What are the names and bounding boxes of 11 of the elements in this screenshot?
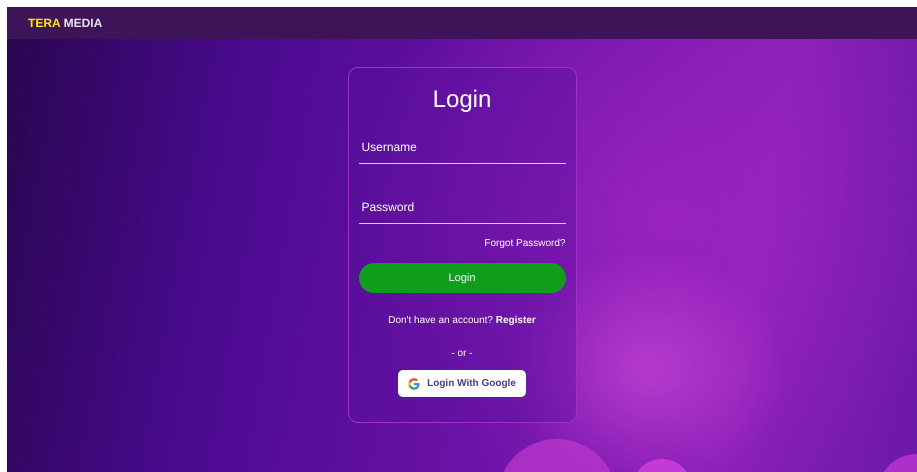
google-icon xyxy=(408,378,420,390)
register-prompt: Don't have an account? Register xyxy=(388,314,536,328)
brand-logo[interactable]: TERA MEDIA xyxy=(28,14,102,32)
forgot-password-link[interactable]: Forgot Password? xyxy=(484,236,566,251)
text-field[interactable]: Username xyxy=(358,130,566,164)
google-login-button[interactable]: Login With Google xyxy=(398,370,526,397)
login-button[interactable]: Login xyxy=(358,263,566,293)
separator-text: - or - xyxy=(451,347,473,361)
text-field[interactable]: Password xyxy=(358,190,566,224)
register-link[interactable]: Register xyxy=(496,315,536,326)
card-title: Login xyxy=(432,85,492,115)
